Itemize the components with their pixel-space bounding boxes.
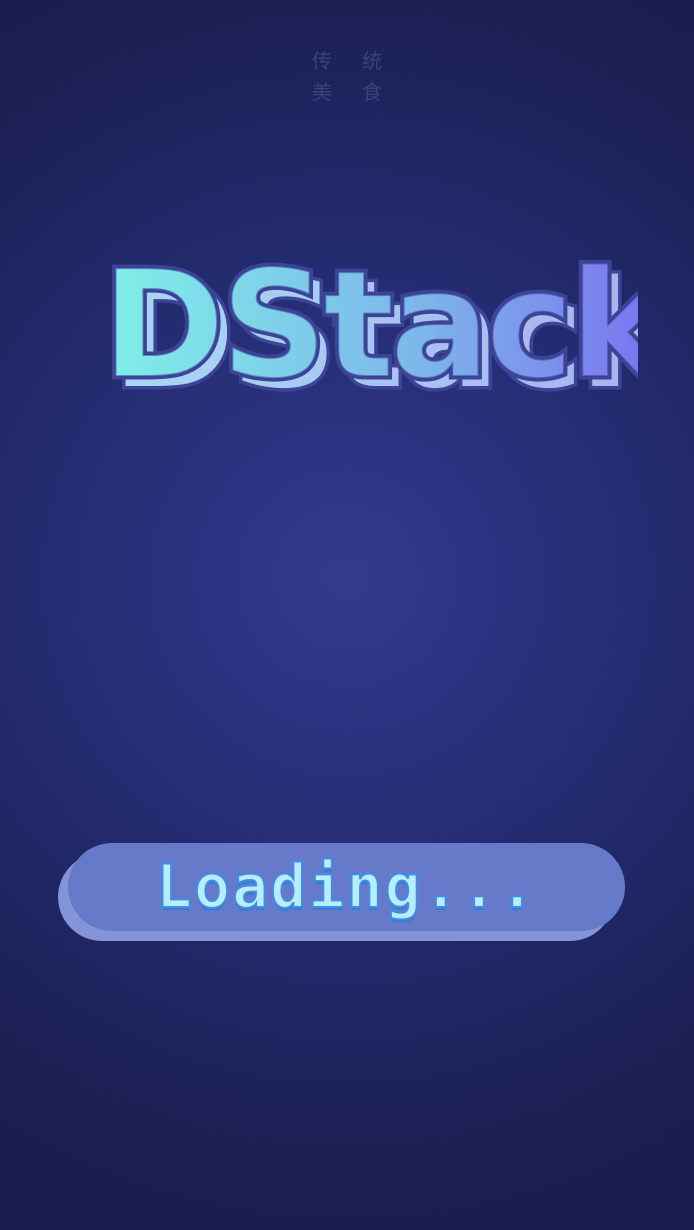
header-mark: 传 统 美 食 [0, 46, 694, 108]
header-mark-line-2: 美 食 [311, 80, 395, 104]
logo-inner-outline: DStack [102, 239, 638, 411]
dstack-logo: DStack DStack DStack [78, 230, 639, 421]
loading-label: Loading... [155, 851, 538, 923]
header-mark-line-1: 传 统 [311, 49, 395, 73]
logo-graphic: DStack DStack DStack [99, 236, 639, 421]
loading-button: Loading... [58, 843, 626, 943]
